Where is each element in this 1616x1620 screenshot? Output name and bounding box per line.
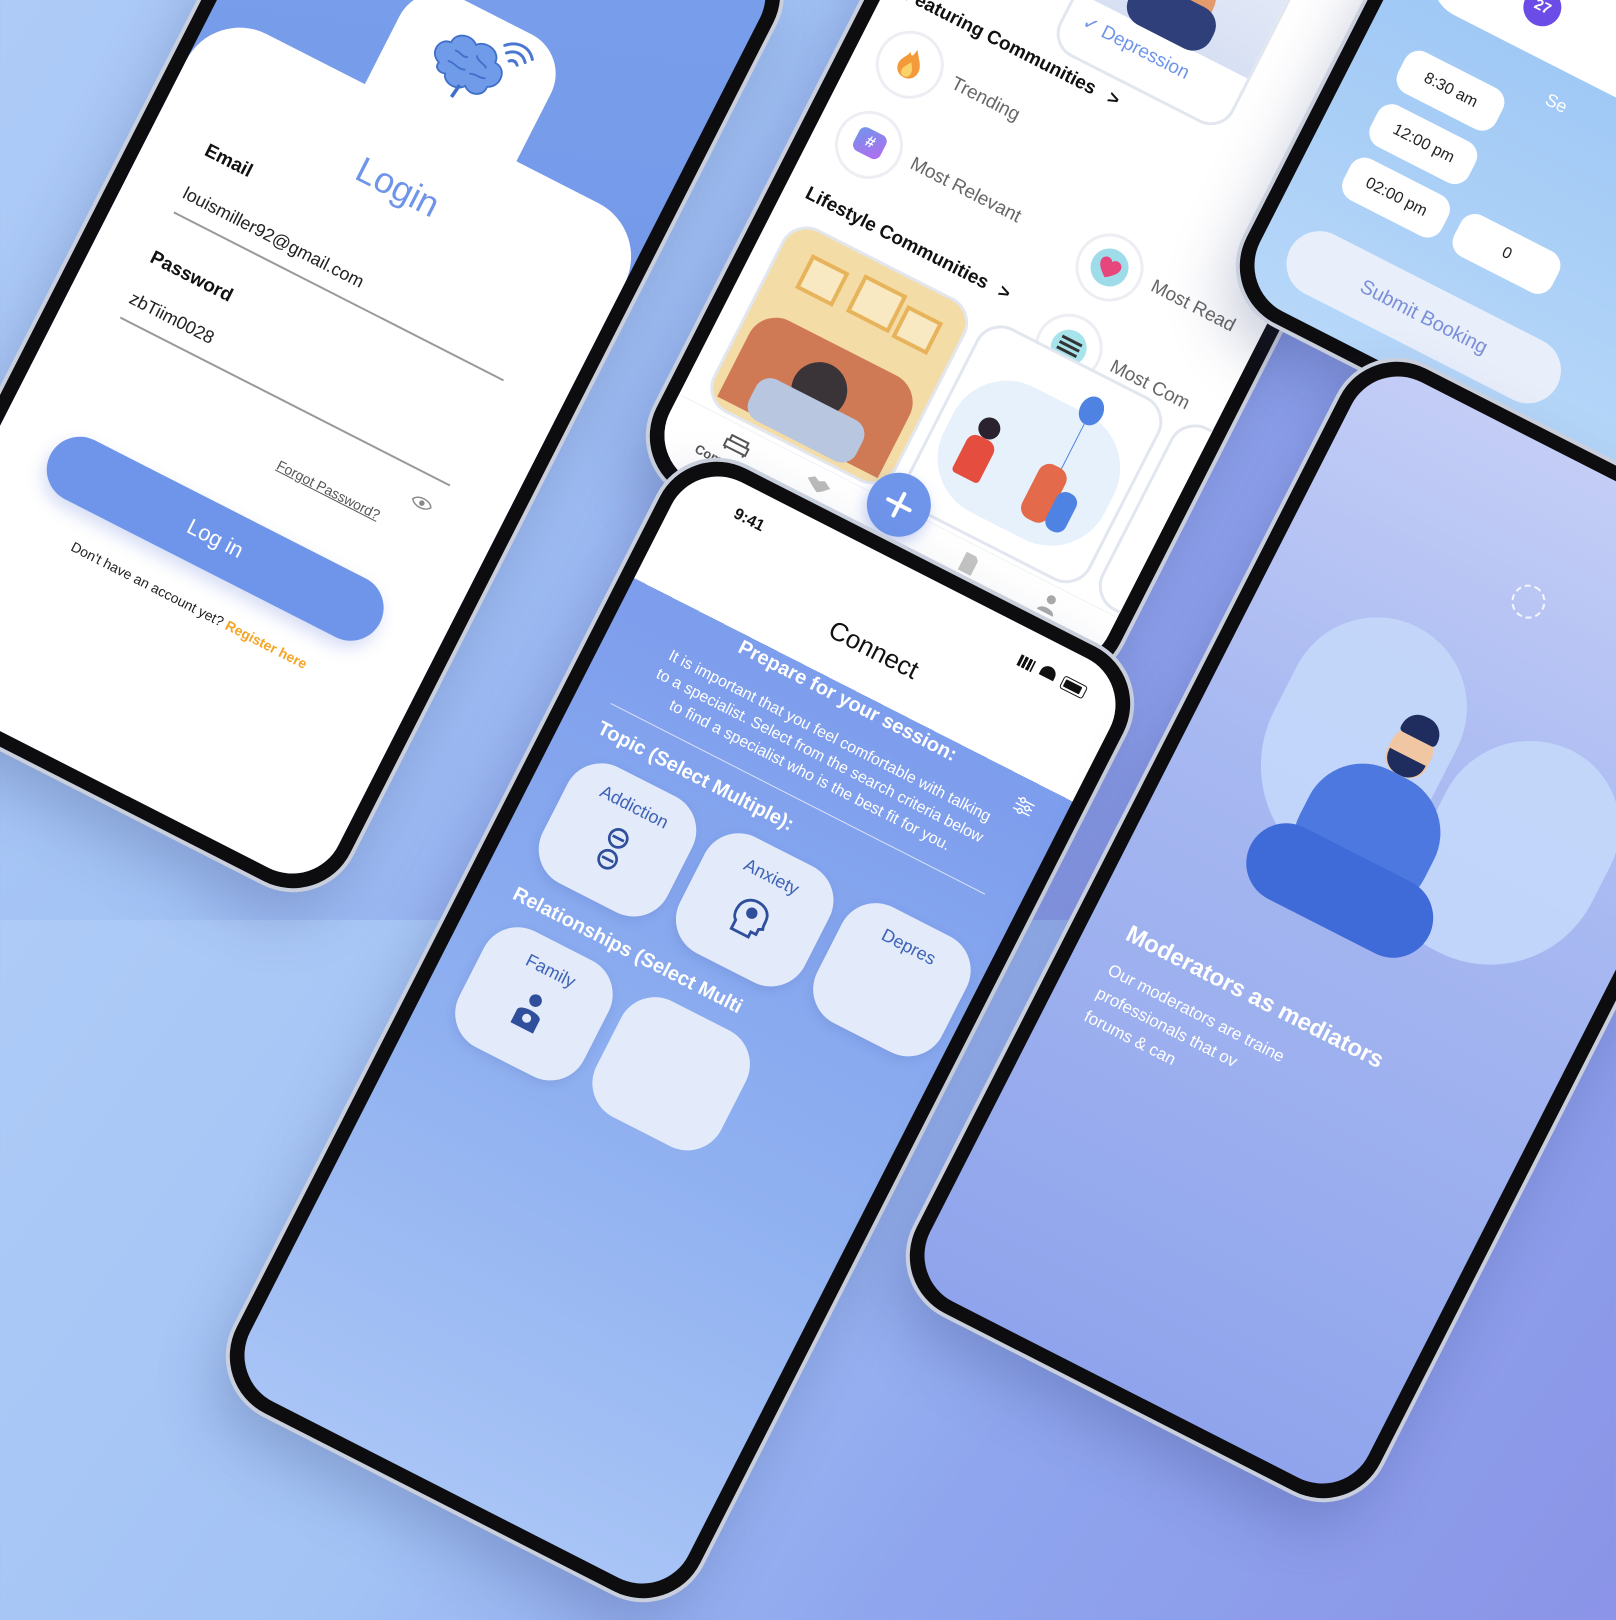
status-icons <box>1015 652 1102 707</box>
most-read-label: Most Read <box>1147 275 1239 337</box>
time-slot-0200-label: 02:00 pm <box>1362 174 1430 220</box>
submit-booking-label: Submit Booking <box>1356 275 1492 359</box>
forgot-password-link[interactable]: Forgot Password? <box>274 457 382 523</box>
topic-anxiety-label: Anxiety <box>740 854 803 900</box>
document-icon <box>957 551 978 576</box>
time-slot-next-label: 0 <box>1498 243 1515 264</box>
fire-icon <box>864 18 956 111</box>
login-button-label: Log in <box>183 513 248 564</box>
signal-icon <box>1016 654 1037 673</box>
date-27-label: 27 <box>1531 0 1554 19</box>
register-link[interactable]: Register here <box>223 617 310 672</box>
trending-label: Trending <box>947 73 1024 126</box>
moderator-illustration <box>1147 555 1616 1084</box>
time-slot-next[interactable]: 0 <box>1447 208 1566 300</box>
check-icon: ✓ <box>1078 11 1103 38</box>
user-icon <box>1036 595 1056 617</box>
chevron-right-icon: > <box>1103 87 1124 112</box>
chevron-right-icon: > <box>994 281 1014 305</box>
moderators-body: Our moderators are traine professionals … <box>1079 958 1289 1116</box>
plus-icon <box>886 492 912 518</box>
depression-card[interactable]: ✓ Depression <box>1047 0 1312 135</box>
wifi-icon <box>1038 663 1059 682</box>
topic-depression-label: Depres <box>878 924 940 969</box>
pills-icon <box>597 828 629 870</box>
eye-icon[interactable] <box>409 491 435 514</box>
section-label: Se <box>1542 89 1571 118</box>
time-slot-1200-label: 12:00 pm <box>1389 120 1458 167</box>
time-slot-830-label: 8:30 am <box>1421 69 1481 111</box>
password-value: zbTiim0028 <box>126 288 218 348</box>
heart-icon <box>1063 221 1156 314</box>
status-time: 9:41 <box>730 505 768 536</box>
family-icon <box>510 994 542 1034</box>
head-brain-icon <box>729 898 769 939</box>
email-label: Email <box>201 140 256 182</box>
hashtag-icon: # <box>823 99 915 191</box>
loading-spinner-icon <box>1505 578 1552 625</box>
battery-icon <box>1058 675 1089 700</box>
most-relevant-label: Most Relevant <box>906 153 1025 228</box>
